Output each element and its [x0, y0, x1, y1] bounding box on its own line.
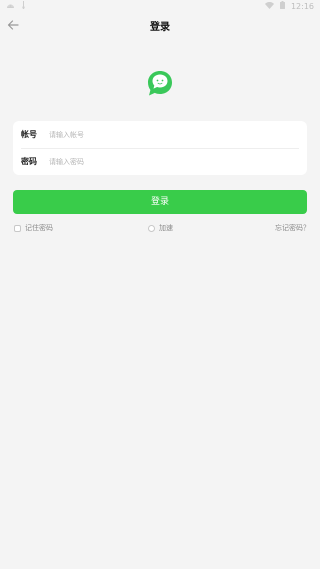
usb-icon	[21, 1, 26, 11]
accelerate-checkbox[interactable]	[148, 224, 155, 232]
page-title: 登录	[150, 22, 170, 33]
login-options: 记住密码 加速 忘记密码？	[0, 223, 320, 235]
remember-password-label: 记住密码	[25, 224, 53, 232]
account-label: 帐号	[21, 130, 37, 139]
account-input[interactable]	[49, 127, 269, 142]
nav-bar: 登录	[0, 12, 320, 40]
password-input[interactable]	[49, 154, 269, 169]
accelerate-label: 加速	[159, 224, 173, 232]
login-button[interactable]: 登录	[13, 190, 307, 214]
forgot-password-link[interactable]: 忘记密码？	[275, 223, 310, 233]
wifi-icon	[264, 1, 274, 11]
status-bar: 12:16	[0, 0, 320, 12]
chat-bubble-icon	[148, 71, 172, 96]
accelerate-option[interactable]: 加速	[148, 223, 173, 233]
remember-password-option[interactable]: 记住密码	[14, 223, 53, 233]
forgot-password-label: 忘记密码？	[275, 224, 310, 232]
battery-icon	[279, 1, 285, 11]
remember-password-checkbox[interactable]	[14, 224, 21, 232]
password-label: 密码	[21, 157, 37, 166]
android-icon	[6, 1, 15, 11]
app-logo	[147, 70, 173, 97]
status-time: 12:16	[290, 1, 314, 11]
account-row: 帐号	[13, 121, 307, 148]
login-form-card: 帐号 密码	[13, 121, 307, 175]
password-row: 密码	[13, 148, 307, 175]
